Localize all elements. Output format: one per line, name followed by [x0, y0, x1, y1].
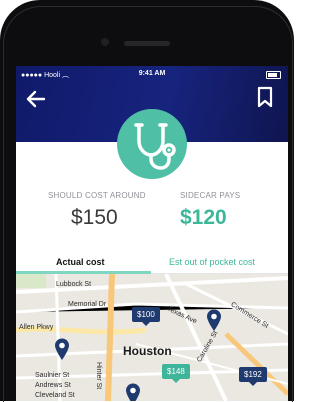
map-pin-icon[interactable] [124, 382, 142, 401]
price-marker-label: $148 [167, 367, 185, 376]
should-cost-label: SHOULD COST AROUND [48, 191, 146, 200]
bookmark-button[interactable] [257, 86, 273, 108]
street-label: Andrews St [35, 382, 71, 389]
arrow-left-icon [26, 90, 46, 108]
price-marker[interactable]: $192 [239, 367, 267, 386]
price-marker-label: $192 [244, 370, 262, 379]
phone-frame: ●●●●● Hooli ︵ 9:41 AM SHOULD COST AROUND… [0, 0, 294, 402]
sidecar-pays-label: SIDECAR PAYS [180, 191, 241, 200]
stethoscope-badge [117, 109, 187, 179]
map-view[interactable]: Lubbock St Memorial Dr Allen Pkwy Texas … [16, 274, 288, 401]
status-bar: ●●●●● Hooli ︵ 9:41 AM [16, 68, 288, 82]
tab-out-of-pocket[interactable]: Est out of pocket cost [169, 257, 255, 267]
street-label: Lubbock St [56, 281, 92, 288]
street-label: Hinter St [95, 362, 102, 390]
price-marker[interactable]: $148 [162, 364, 190, 383]
back-button[interactable] [26, 90, 46, 108]
city-label: Houston [123, 344, 172, 358]
tab-actual-cost[interactable]: Actual cost [56, 257, 105, 267]
app-screen: ●●●●● Hooli ︵ 9:41 AM SHOULD COST AROUND… [16, 66, 288, 401]
battery-icon [266, 71, 281, 79]
street-label: Allen Pkwy [19, 324, 54, 331]
should-cost-value: $150 [71, 206, 118, 229]
price-marker-label: $100 [137, 310, 155, 319]
price-marker[interactable]: $100 [132, 307, 160, 326]
cost-tabs: Actual cost Est out of pocket cost [16, 249, 288, 274]
earpiece-speaker [124, 41, 170, 46]
stethoscope-icon [134, 123, 176, 170]
map-pin-icon[interactable] [53, 337, 71, 361]
street-label: Memorial Dr [68, 301, 107, 308]
status-time: 9:41 AM [138, 70, 166, 77]
bookmark-icon [257, 86, 273, 108]
map-pin-icon[interactable] [205, 308, 223, 332]
street-label: Cleveland St [35, 392, 75, 399]
street-label: Saulnier St [35, 372, 70, 379]
sidecar-pays-value: $120 [180, 206, 227, 229]
front-camera [101, 38, 109, 46]
